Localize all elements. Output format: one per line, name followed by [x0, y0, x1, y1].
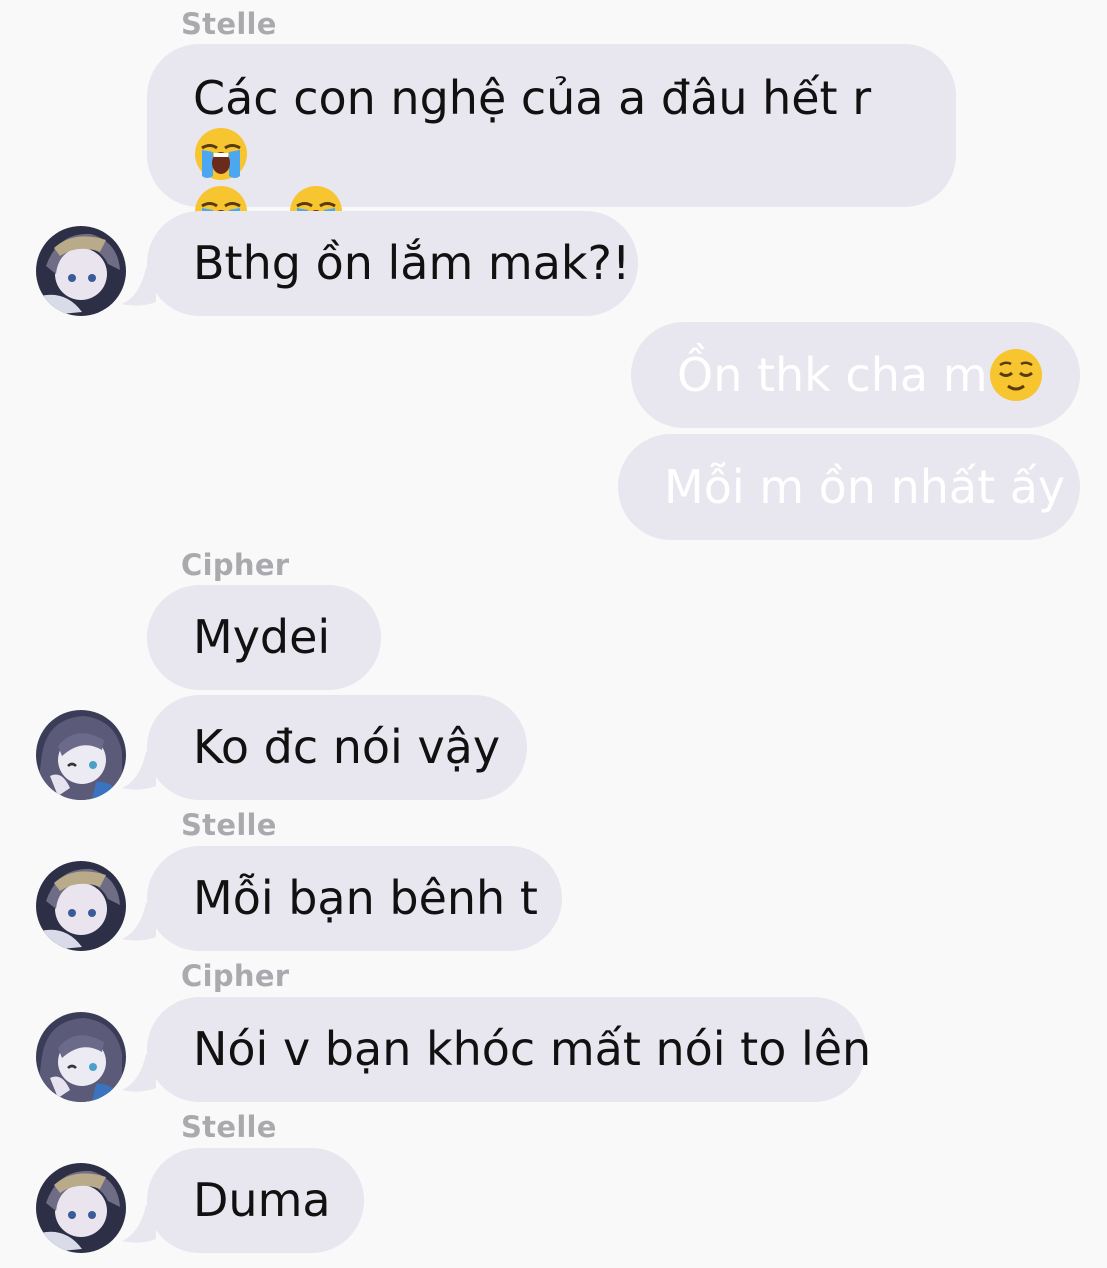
stelle-avatar[interactable]	[36, 1163, 126, 1253]
message-text: Ồn thk cha m	[677, 348, 988, 402]
message-text: Mỗi m ồn nhất ấy	[664, 460, 1066, 514]
message-text: Nói v bạn khóc mất nói to lên	[193, 1022, 872, 1076]
message-bubble[interactable]: Nói v bạn khóc mất nói to lên	[147, 997, 871, 1102]
relieved-face-emoji	[989, 349, 1042, 401]
sender-name: Stelle	[181, 7, 277, 41]
message-text: Ko đc nói vậy	[193, 720, 501, 774]
outgoing-message-bubble[interactable]: Mỗi m ồn nhất ấy	[618, 434, 1080, 540]
sender-name: Stelle	[181, 1110, 277, 1144]
message-text: Mydei	[193, 610, 331, 664]
message-bubble[interactable]: Bthg ồn lắm mak?!	[147, 211, 638, 316]
message-text: Bthg ồn lắm mak?!	[193, 236, 631, 290]
message-bubble[interactable]: Ko đc nói vậy	[147, 695, 527, 800]
chat-thread: Stelle Các con nghệ của a đâu hết r Bthg…	[0, 0, 1107, 1268]
message-bubble[interactable]: Mydei	[147, 585, 381, 690]
sender-name: Cipher	[181, 548, 290, 582]
sender-name: Stelle	[181, 808, 277, 842]
sender-name: Cipher	[181, 959, 290, 993]
message-text: Duma	[193, 1173, 331, 1227]
cipher-avatar[interactable]	[36, 1012, 126, 1102]
outgoing-message-bubble[interactable]: Ồn thk cha m	[631, 322, 1080, 428]
stelle-avatar[interactable]	[36, 861, 126, 951]
message-bubble[interactable]: Mỗi bạn bênh t	[147, 846, 562, 951]
message-bubble[interactable]: Các con nghệ của a đâu hết r	[147, 44, 956, 238]
cipher-avatar[interactable]	[36, 710, 126, 800]
message-text: Các con nghệ của a đâu hết r	[193, 71, 872, 125]
stelle-avatar[interactable]	[36, 226, 126, 316]
message-text: Mỗi bạn bênh t	[193, 871, 538, 925]
loudly-crying-face-emoji	[195, 128, 247, 180]
message-bubble[interactable]: Duma	[147, 1148, 364, 1253]
